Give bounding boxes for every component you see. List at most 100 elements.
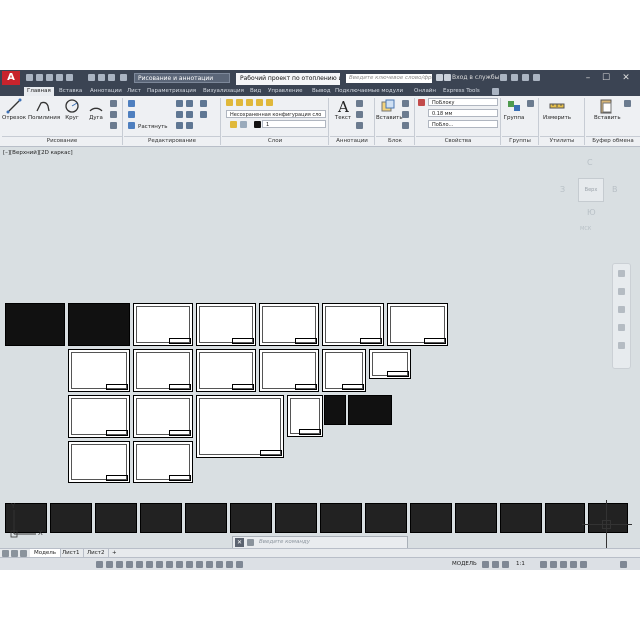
tab-view[interactable]: Вид [247,87,264,96]
hardware-acceleration-icon[interactable] [570,561,577,568]
explode-icon[interactable] [200,111,207,118]
help-dropdown-icon[interactable] [533,74,540,81]
panel-layers[interactable]: Слои [222,136,328,146]
annotation-autoscale-icon[interactable] [550,561,557,568]
layer-state-combo[interactable]: Несохраненная конфигурация сло [226,110,326,118]
minimize-button[interactable]: – [582,72,594,84]
close-command-line-icon[interactable]: ✕ [235,538,244,547]
viewcube-face-top[interactable]: Верх [578,178,604,202]
tab-addins[interactable]: Подключаемые модули [332,87,406,96]
model-space-toggle[interactable]: МОДЕЛЬ [452,559,477,570]
drawing-viewport[interactable]: [–][Верхний][2D каркас] [0,147,640,550]
tab-scroll-right-icon[interactable] [11,550,18,557]
workspace-switch-icon[interactable] [540,561,547,568]
workspace-select[interactable]: Рисование и аннотации [134,73,230,83]
create-block-icon[interactable] [402,100,409,107]
search-icon[interactable] [436,74,443,81]
polar-icon[interactable] [126,561,133,568]
save-icon[interactable] [46,74,53,81]
share-icon[interactable] [120,74,127,81]
line-tool-button[interactable]: Отрезок [2,98,26,121]
dimension-icon[interactable] [356,100,363,107]
table-icon[interactable] [356,122,363,129]
fillet-icon[interactable] [186,111,193,118]
document-tab[interactable]: Рабочий проект по отоплению и ве... [236,73,340,85]
copy-clip-icon[interactable] [624,100,631,107]
quick-properties-icon[interactable] [226,561,233,568]
tab-express-tools[interactable]: Express Tools [440,87,483,96]
tab-scroll-left-icon[interactable] [2,550,9,557]
edit-block-icon[interactable] [402,111,409,118]
clean-screen-icon[interactable] [580,561,587,568]
current-layer-combo[interactable]: 1 [262,120,326,128]
stretch-icon[interactable] [128,122,135,129]
erase-icon[interactable] [200,100,207,107]
panel-groups[interactable]: Группы [502,136,538,146]
viewcube-south[interactable]: Ю [587,208,596,217]
panel-utilities[interactable]: Утилиты [540,136,584,146]
stretch-label[interactable]: Растянуть [138,123,168,131]
customization-icon[interactable] [620,561,627,568]
application-logo[interactable]: A [2,71,20,85]
maximize-button[interactable]: ☐ [600,72,612,84]
navigation-bar[interactable] [612,263,631,369]
layer-freeze-icon[interactable] [256,99,263,106]
insert-block-button[interactable]: Вставить [376,98,403,121]
command-input[interactable]: Введите команду [259,538,399,547]
3d-osnap-icon[interactable] [206,561,213,568]
tab-annotate[interactable]: Аннотации [87,87,125,96]
tab-output[interactable]: Вывод [309,87,334,96]
block-attributes-icon[interactable] [402,122,409,129]
stay-connected-icon[interactable] [522,74,529,81]
viewcube-west[interactable]: З [560,185,565,194]
tab-layout[interactable]: Лист [124,87,144,96]
user-icon[interactable] [444,74,451,81]
rotate-icon[interactable] [176,100,183,107]
tab-home[interactable]: Главная [24,87,54,96]
group-button[interactable]: Группа [502,98,526,121]
steering-wheel-icon[interactable] [618,270,625,277]
viewport-controls[interactable]: [–][Верхний][2D каркас] [3,150,73,156]
signin-link[interactable]: Вход в службы [452,73,499,83]
transparency-icon[interactable] [186,561,193,568]
tab-parametric[interactable]: Параметризация [144,87,199,96]
annotation-visibility-icon[interactable] [502,561,509,568]
tab-scroll-end-icon[interactable] [20,550,27,557]
layer-properties-icon[interactable] [226,99,233,106]
exchange-icon[interactable] [500,74,507,81]
dynamic-input-icon[interactable] [166,561,173,568]
ellipse-icon[interactable] [110,122,117,129]
save-as-icon[interactable] [56,74,63,81]
isolate-icon[interactable] [236,561,243,568]
lineweight-combo[interactable]: 0.18 мм [428,109,498,117]
viewcube-north[interactable]: С [587,158,593,167]
viewcube[interactable]: С З Верх В Ю МСК [558,158,624,248]
layer-lock-icon[interactable] [266,99,273,106]
move-icon[interactable] [128,100,135,107]
close-button[interactable]: ✕ [620,72,632,84]
tab-insert[interactable]: Вставка [56,87,85,96]
ribbon-toggle-icon[interactable] [492,88,499,95]
copy-icon[interactable] [128,111,135,118]
paste-button[interactable]: Вставить [594,98,621,121]
annotation-scale[interactable]: 1:1 [516,559,525,570]
mirror-icon[interactable] [176,111,183,118]
rectangle-icon[interactable] [110,100,117,107]
units-icon[interactable] [560,561,567,568]
tab-manage[interactable]: Управление [265,87,306,96]
orbit-icon[interactable] [618,324,625,331]
pan-icon[interactable] [618,288,625,295]
scale-icon[interactable] [176,122,183,129]
linetype-combo[interactable]: ПоБло... [428,120,498,128]
annotation-monitor-icon[interactable] [216,561,223,568]
panel-clipboard[interactable]: Буфер обмена [586,136,640,146]
match-properties-icon[interactable] [418,99,425,106]
color-combo[interactable]: ПоБлоку [428,98,498,106]
grid-icon[interactable] [96,561,103,568]
trim-icon[interactable] [186,100,193,107]
undo-icon[interactable] [98,74,105,81]
selection-cycling-icon[interactable] [196,561,203,568]
circle-tool-button[interactable]: Круг [60,98,84,121]
layer-off-icon[interactable] [246,99,253,106]
open-file-icon[interactable] [36,74,43,81]
